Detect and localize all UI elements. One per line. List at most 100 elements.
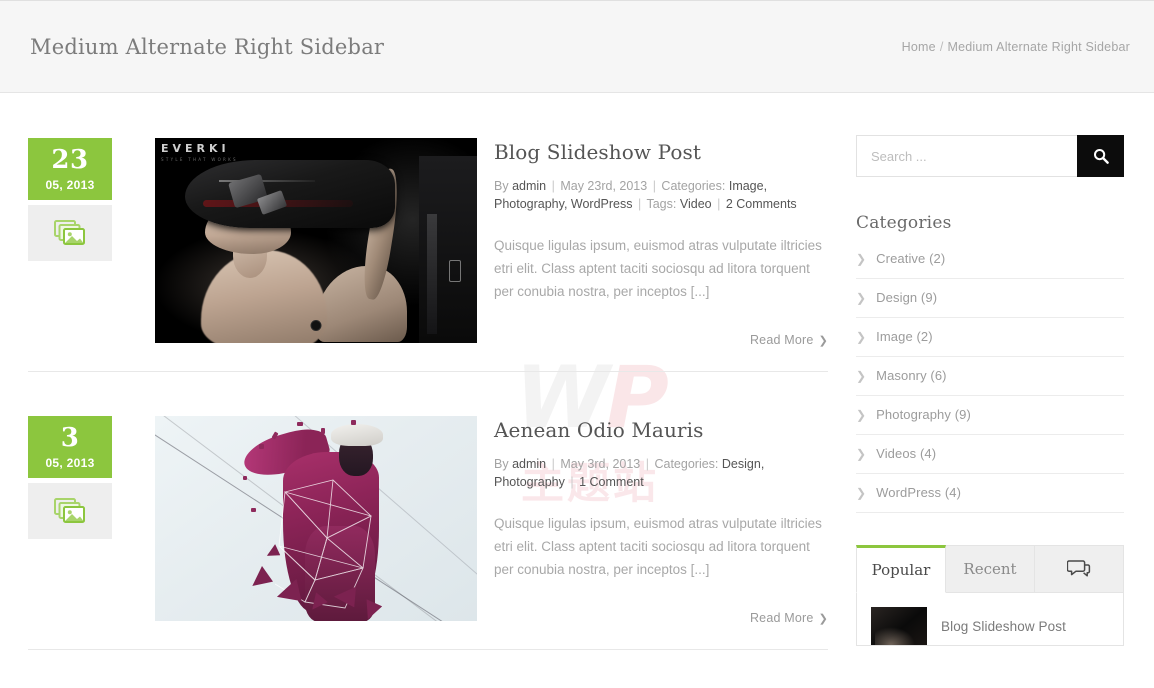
photo-spray-bit	[251, 508, 256, 512]
photo-spray-bit	[297, 422, 303, 426]
post-comments-link[interactable]: 2 Comments	[726, 197, 797, 211]
popular-post-thumbnail	[871, 607, 927, 645]
meta-separator: |	[637, 197, 642, 211]
chevron-right-icon: ❯	[856, 446, 867, 461]
category-item-photography[interactable]: ❯ Photography (9)	[856, 396, 1124, 435]
post-categories-label: Categories:	[661, 179, 726, 193]
post-body: Blog Slideshow Post By admin | May 23rd,…	[494, 138, 828, 349]
photo-spray-bit	[259, 444, 264, 449]
post-date-day: 3	[60, 423, 80, 453]
post-excerpt: Quisque ligulas ipsum, euismod atras vul…	[494, 516, 822, 577]
breadcrumb: Home / Medium Alternate Right Sidebar	[902, 40, 1130, 54]
category-label: Photography (9)	[876, 407, 971, 422]
category-item-design[interactable]: ❯ Design (9)	[856, 279, 1124, 318]
category-label: Design (9)	[876, 290, 938, 305]
comment-bubble-icon	[1067, 559, 1091, 579]
post-item: 23 05, 2013 EVERKI STYLE THAT WORKS Blog…	[28, 138, 828, 372]
read-more-link[interactable]: Read More ❯	[750, 333, 828, 347]
tab-recent[interactable]: Recent	[946, 545, 1035, 593]
categories-widget-title: Categories	[856, 213, 952, 233]
category-label: Videos (4)	[876, 446, 937, 461]
chevron-right-icon: ❯	[856, 329, 867, 344]
post-aside: 23 05, 2013	[28, 138, 112, 349]
category-label: Masonry (6)	[876, 368, 947, 383]
chevron-right-icon: ❯	[856, 485, 867, 500]
tab-comments[interactable]	[1035, 545, 1124, 593]
read-more-label: Read More	[749, 611, 814, 625]
read-more-link[interactable]: Read More ❯	[750, 611, 828, 625]
post-tags-links[interactable]: Video	[680, 197, 712, 211]
meta-separator: |	[717, 197, 721, 211]
post-featured-image[interactable]	[155, 416, 477, 621]
page-title: Medium Alternate Right Sidebar	[30, 34, 385, 59]
page-header: Medium Alternate Right Sidebar Home / Medi…	[0, 0, 1154, 93]
tab-recent-label: Recent	[963, 560, 1017, 578]
post-date-badge: 23 05, 2013	[28, 138, 112, 200]
read-more-row: Read More ❯	[494, 331, 828, 349]
meta-separator: |	[645, 457, 649, 471]
chevron-right-icon: ❯	[856, 368, 867, 383]
photo-buckle	[449, 260, 461, 282]
chevron-right-icon: ❯	[818, 613, 828, 625]
read-more-row: Read More ❯	[494, 609, 828, 627]
category-item-masonry[interactable]: ❯ Masonry (6)	[856, 357, 1124, 396]
meta-separator: |	[551, 457, 555, 471]
slideshow-pagination-dot[interactable]	[310, 320, 322, 331]
photo-strap-column	[419, 156, 477, 343]
breadcrumb-separator: /	[939, 39, 944, 54]
post-author-link[interactable]: admin	[512, 179, 546, 193]
post-date-month-year: 05, 2013	[45, 456, 95, 470]
post-format-badge[interactable]	[28, 205, 112, 261]
tab-popular[interactable]: Popular	[856, 545, 946, 593]
post-meta: By admin | May 23rd, 2013 | Categories: …	[494, 177, 826, 213]
meta-separator: |	[652, 179, 656, 193]
photo-dark-figure: EVERKI STYLE THAT WORKS	[155, 138, 477, 343]
post-author-link[interactable]: admin	[512, 457, 546, 471]
tabs-widget: Popular Recent Blog Slideshow Post	[856, 545, 1124, 646]
post-date-badge: 3 05, 2013	[28, 416, 112, 478]
photo-spray-bit	[243, 476, 247, 480]
categories-list: ❯ Creative (2) ❯ Design (9) ❯ Image (2) …	[856, 251, 1124, 513]
tab-popular-label: Popular	[871, 561, 931, 579]
category-item-wordpress[interactable]: ❯ WordPress (4)	[856, 474, 1124, 513]
post-title-link[interactable]: Aenean Odio Mauris	[494, 418, 828, 442]
post-date-text: May 23rd, 2013	[560, 179, 648, 193]
photo-bag	[185, 160, 395, 228]
photo-brand-tagline: STYLE THAT WORKS	[161, 157, 238, 162]
search-button[interactable]	[1077, 135, 1124, 177]
post-excerpt: Quisque ligulas ipsum, euismod atras vul…	[494, 238, 822, 299]
chevron-right-icon: ❯	[818, 335, 828, 347]
post-tags-label: Tags:	[646, 197, 677, 211]
category-label: Creative (2)	[876, 251, 946, 266]
category-item-creative[interactable]: ❯ Creative (2)	[856, 251, 1124, 279]
post-body: Aenean Odio Mauris By admin | May 3rd, 2…	[494, 416, 828, 627]
meta-separator: |	[551, 179, 555, 193]
post-meta-by-label: By	[494, 179, 509, 193]
search-input[interactable]	[856, 135, 1077, 177]
search-icon	[1093, 148, 1109, 164]
popular-post-title: Blog Slideshow Post	[941, 618, 1066, 634]
post-featured-image[interactable]: EVERKI STYLE THAT WORKS	[155, 138, 477, 343]
photo-brand-text: EVERKI STYLE THAT WORKS	[161, 142, 238, 162]
gallery-icon	[54, 220, 86, 246]
post-date-day: 23	[51, 145, 89, 175]
post-comments-link[interactable]: 1 Comment	[579, 475, 644, 489]
category-item-image[interactable]: ❯ Image (2)	[856, 318, 1124, 357]
breadcrumb-home-link[interactable]: Home	[902, 40, 936, 54]
post-format-badge[interactable]	[28, 483, 112, 539]
post-item: 3 05, 2013 Aenean Odio Mauris By admin |…	[28, 416, 828, 650]
post-title-link[interactable]: Blog Slideshow Post	[494, 140, 828, 164]
photo-spray-bit	[321, 428, 325, 434]
post-meta: By admin | May 3rd, 2013 | Categories: D…	[494, 455, 826, 491]
photo-hat	[331, 424, 383, 446]
post-date-month-year: 05, 2013	[45, 178, 95, 192]
tabs-row: Popular Recent	[856, 545, 1124, 593]
popular-post-item[interactable]: Blog Slideshow Post	[871, 607, 1109, 645]
chevron-right-icon: ❯	[856, 407, 867, 422]
categories-widget: Categories ❯ Creative (2) ❯ Design (9) ❯…	[856, 213, 1124, 513]
search-widget	[856, 135, 1124, 177]
post-date-text: May 3rd, 2013	[560, 457, 641, 471]
category-item-videos[interactable]: ❯ Videos (4)	[856, 435, 1124, 474]
meta-separator: |	[570, 475, 574, 489]
post-meta-by-label: By	[494, 457, 509, 471]
